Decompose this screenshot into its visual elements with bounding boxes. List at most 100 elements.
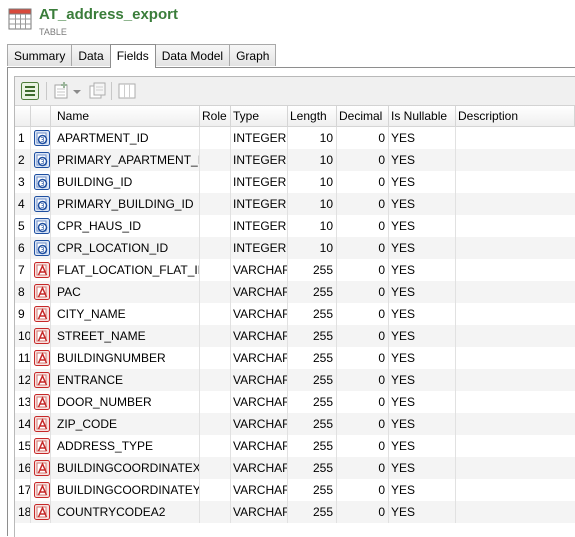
view-columns-icon[interactable]: [117, 81, 137, 101]
field-is-nullable[interactable]: YES: [389, 193, 456, 215]
column-header-description[interactable]: Description: [456, 106, 575, 126]
field-role[interactable]: [200, 127, 231, 149]
field-role[interactable]: [200, 369, 231, 391]
field-role[interactable]: [200, 413, 231, 435]
table-row[interactable]: 10 STREET_NAME VARCHAR 255 0 YES: [15, 325, 575, 347]
field-type[interactable]: VARCHAR: [231, 413, 288, 435]
field-type[interactable]: VARCHAR: [231, 457, 288, 479]
field-decimal[interactable]: 0: [337, 149, 389, 171]
field-description[interactable]: [456, 457, 575, 479]
row-index[interactable]: 16: [15, 457, 31, 479]
table-row[interactable]: 9 CITY_NAME VARCHAR 255 0 YES: [15, 303, 575, 325]
field-type[interactable]: VARCHAR: [231, 325, 288, 347]
field-type[interactable]: VARCHAR: [231, 479, 288, 501]
field-length[interactable]: 10: [288, 237, 337, 259]
field-description[interactable]: [456, 237, 575, 259]
field-decimal[interactable]: 0: [337, 457, 389, 479]
field-is-nullable[interactable]: YES: [389, 281, 456, 303]
field-role[interactable]: [200, 325, 231, 347]
table-row[interactable]: 12 ENTRANCE VARCHAR 255 0 YES: [15, 369, 575, 391]
field-decimal[interactable]: 0: [337, 479, 389, 501]
field-description[interactable]: [456, 149, 575, 171]
field-is-nullable[interactable]: YES: [389, 479, 456, 501]
field-name[interactable]: BUILDINGCOORDINATEX: [51, 457, 200, 479]
field-name[interactable]: CITY_NAME: [51, 303, 200, 325]
field-description[interactable]: [456, 347, 575, 369]
field-name[interactable]: FLAT_LOCATION_FLAT_ID: [51, 259, 200, 281]
field-type[interactable]: INTEGER: [231, 193, 288, 215]
row-index[interactable]: 6: [15, 237, 31, 259]
field-decimal[interactable]: 0: [337, 259, 389, 281]
field-description[interactable]: [456, 303, 575, 325]
field-name[interactable]: ENTRANCE: [51, 369, 200, 391]
field-is-nullable[interactable]: YES: [389, 413, 456, 435]
row-index[interactable]: 2: [15, 149, 31, 171]
table-row[interactable]: 2 3 PRIMARY_APARTMENT_ID INTEGER 10 0 YES: [15, 149, 575, 171]
table-row[interactable]: 13 DOOR_NUMBER VARCHAR 255 0 YES: [15, 391, 575, 413]
field-description[interactable]: [456, 259, 575, 281]
field-description[interactable]: [456, 435, 575, 457]
field-description[interactable]: [456, 391, 575, 413]
field-role[interactable]: [200, 259, 231, 281]
field-length[interactable]: 255: [288, 413, 337, 435]
row-index[interactable]: 8: [15, 281, 31, 303]
field-type[interactable]: VARCHAR: [231, 347, 288, 369]
field-role[interactable]: [200, 171, 231, 193]
select-all-icon[interactable]: [20, 81, 40, 101]
field-type[interactable]: VARCHAR: [231, 303, 288, 325]
field-decimal[interactable]: 0: [337, 391, 389, 413]
field-is-nullable[interactable]: YES: [389, 435, 456, 457]
field-is-nullable[interactable]: YES: [389, 391, 456, 413]
table-row[interactable]: 17 BUILDINGCOORDINATEY VARCHAR 255 0 YES: [15, 479, 575, 501]
field-length[interactable]: 10: [288, 149, 337, 171]
row-index[interactable]: 9: [15, 303, 31, 325]
table-row[interactable]: 6 3 CPR_LOCATION_ID INTEGER 10 0 YES: [15, 237, 575, 259]
dropdown-arrow-icon[interactable]: [71, 81, 83, 101]
field-role[interactable]: [200, 479, 231, 501]
field-decimal[interactable]: 0: [337, 501, 389, 523]
field-decimal[interactable]: 0: [337, 237, 389, 259]
row-index[interactable]: 14: [15, 413, 31, 435]
row-index[interactable]: 5: [15, 215, 31, 237]
field-description[interactable]: [456, 479, 575, 501]
field-decimal[interactable]: 0: [337, 127, 389, 149]
field-role[interactable]: [200, 435, 231, 457]
field-length[interactable]: 10: [288, 127, 337, 149]
column-header-is-nullable[interactable]: Is Nullable: [389, 106, 456, 126]
field-length[interactable]: 255: [288, 457, 337, 479]
field-is-nullable[interactable]: YES: [389, 237, 456, 259]
row-index[interactable]: 7: [15, 259, 31, 281]
field-length[interactable]: 255: [288, 479, 337, 501]
field-description[interactable]: [456, 501, 575, 523]
field-length[interactable]: 255: [288, 303, 337, 325]
field-decimal[interactable]: 0: [337, 281, 389, 303]
field-length[interactable]: 10: [288, 215, 337, 237]
field-name[interactable]: DOOR_NUMBER: [51, 391, 200, 413]
field-decimal[interactable]: 0: [337, 347, 389, 369]
field-role[interactable]: [200, 215, 231, 237]
field-length[interactable]: 255: [288, 325, 337, 347]
row-index[interactable]: 1: [15, 127, 31, 149]
field-length[interactable]: 255: [288, 501, 337, 523]
row-index[interactable]: 12: [15, 369, 31, 391]
field-role[interactable]: [200, 237, 231, 259]
field-name[interactable]: BUILDINGNUMBER: [51, 347, 200, 369]
field-length[interactable]: 255: [288, 369, 337, 391]
field-description[interactable]: [456, 325, 575, 347]
field-is-nullable[interactable]: YES: [389, 127, 456, 149]
field-description[interactable]: [456, 413, 575, 435]
table-row[interactable]: 7 FLAT_LOCATION_FLAT_ID VARCHAR 255 0 YES: [15, 259, 575, 281]
field-name[interactable]: COUNTRYCODEA2: [51, 501, 200, 523]
field-decimal[interactable]: 0: [337, 215, 389, 237]
column-header-name[interactable]: Name: [51, 106, 200, 126]
field-length[interactable]: 255: [288, 259, 337, 281]
row-index[interactable]: 3: [15, 171, 31, 193]
column-header-decimal[interactable]: Decimal: [337, 106, 389, 126]
row-index[interactable]: 17: [15, 479, 31, 501]
field-description[interactable]: [456, 281, 575, 303]
field-role[interactable]: [200, 347, 231, 369]
field-name[interactable]: BUILDING_ID: [51, 171, 200, 193]
field-decimal[interactable]: 0: [337, 171, 389, 193]
field-name[interactable]: CPR_LOCATION_ID: [51, 237, 200, 259]
field-decimal[interactable]: 0: [337, 193, 389, 215]
